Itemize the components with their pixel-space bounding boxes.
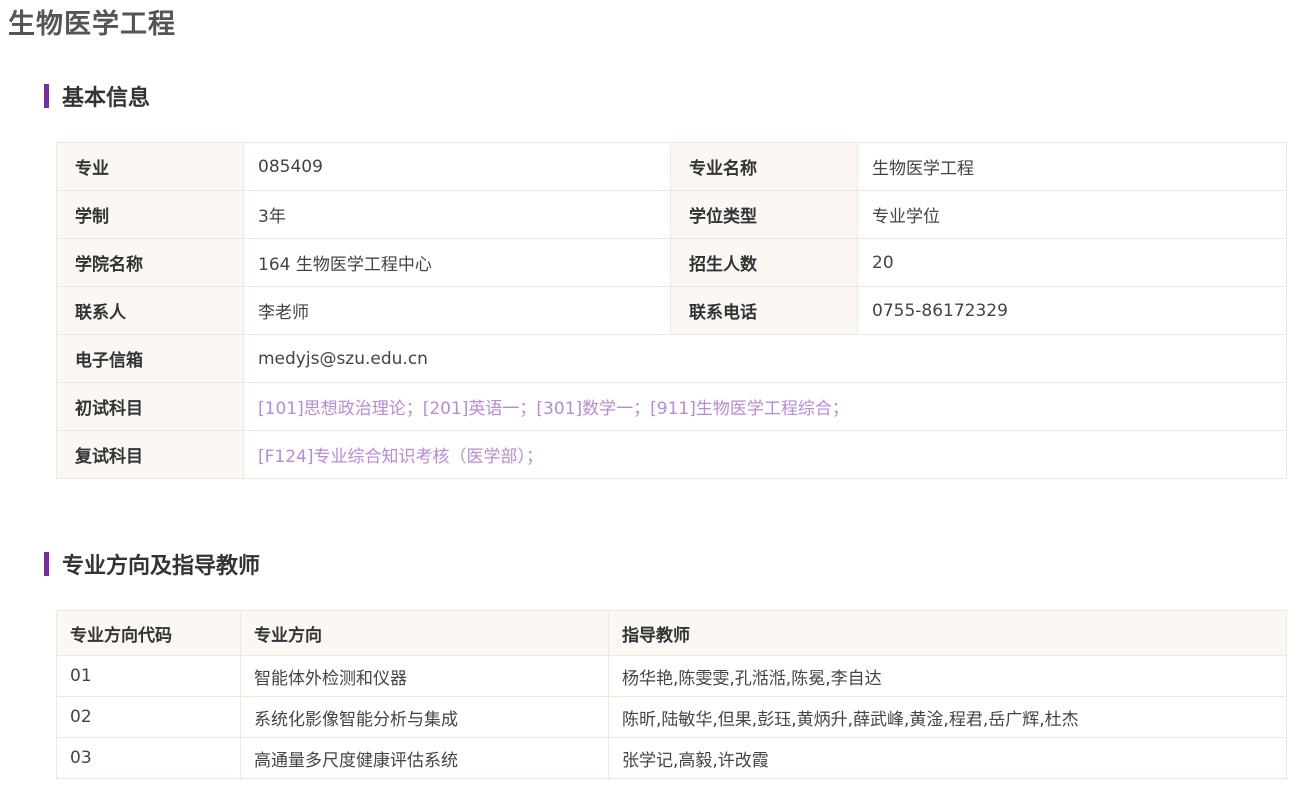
section-title: 基本信息 [62,86,151,111]
degree-type-value: 专业学位 [857,190,1287,239]
phone-value: 0755-86172329 [857,286,1287,335]
email-label: 电子信箱 [56,334,244,383]
directions-table: 专业方向代码 专业方向 指导教师 01 智能体外检测和仪器 杨华艳,陈雯雯,孔湉… [56,610,1287,779]
table-row: 03 高通量多尺度健康评估系统 张学记,高毅,许改霞 [56,737,1287,779]
table-row: 学院名称 164 生物医学工程中心 招生人数 20 [56,238,1287,287]
major-value: 085409 [243,142,671,191]
prelim-subjects-link[interactable]: [101]思想政治理论；[201]英语一；[301]数学一；[911]生物医学工… [243,382,1287,431]
table-row: 复试科目 [F124]专业综合知识考核（医学部）； [56,430,1287,479]
college-value: 164 生物医学工程中心 [243,238,671,287]
retest-subjects-label: 复试科目 [56,430,244,479]
section-accent-bar [44,552,49,576]
college-label: 学院名称 [56,238,244,287]
direction-code: 02 [56,696,241,738]
email-value: medyjs@szu.edu.cn [243,334,1287,383]
degree-type-label: 学位类型 [670,190,858,239]
direction-advisors: 杨华艳,陈雯雯,孔湉湉,陈冕,李自达 [608,655,1287,697]
table-header-row: 专业方向代码 专业方向 指导教师 [56,610,1287,656]
table-row: 专业 085409 专业名称 生物医学工程 [56,142,1287,191]
major-name-label: 专业名称 [670,142,858,191]
header-advisors: 指导教师 [608,610,1287,656]
direction-name: 系统化影像智能分析与集成 [240,696,609,738]
page-title: 生物医学工程 [8,9,176,40]
header-direction-code: 专业方向代码 [56,610,241,656]
section-accent-bar [44,84,49,108]
direction-advisors: 陈昕,陆敏华,但果,彭珏,黄炳升,薛武峰,黄淦,程君,岳广辉,杜杰 [608,696,1287,738]
enrollment-label: 招生人数 [670,238,858,287]
contact-label: 联系人 [56,286,244,335]
table-row: 初试科目 [101]思想政治理论；[201]英语一；[301]数学一；[911]… [56,382,1287,431]
direction-name: 智能体外检测和仪器 [240,655,609,697]
table-row: 学制 3年 学位类型 专业学位 [56,190,1287,239]
duration-label: 学制 [56,190,244,239]
major-name-value: 生物医学工程 [857,142,1287,191]
direction-code: 03 [56,737,241,779]
table-row: 02 系统化影像智能分析与集成 陈昕,陆敏华,但果,彭珏,黄炳升,薛武峰,黄淦,… [56,696,1287,738]
contact-value: 李老师 [243,286,671,335]
retest-subjects-link[interactable]: [F124]专业综合知识考核（医学部）； [243,430,1287,479]
direction-name: 高通量多尺度健康评估系统 [240,737,609,779]
enrollment-value: 20 [857,238,1287,287]
prelim-subjects-label: 初试科目 [56,382,244,431]
table-row: 01 智能体外检测和仪器 杨华艳,陈雯雯,孔湉湉,陈冕,李自达 [56,655,1287,697]
major-label: 专业 [56,142,244,191]
header-direction: 专业方向 [240,610,609,656]
direction-code: 01 [56,655,241,697]
section-heading-basic-info: 基本信息 [44,80,150,112]
duration-value: 3年 [243,190,671,239]
direction-advisors: 张学记,高毅,许改霞 [608,737,1287,779]
table-row: 电子信箱 medyjs@szu.edu.cn [56,334,1287,383]
table-row: 联系人 李老师 联系电话 0755-86172329 [56,286,1287,335]
basic-info-table: 专业 085409 专业名称 生物医学工程 学制 3年 学位类型 专业学位 学院… [56,142,1287,479]
section-heading-directions: 专业方向及指导教师 [44,548,260,580]
phone-label: 联系电话 [670,286,858,335]
section-title: 专业方向及指导教师 [62,554,261,579]
